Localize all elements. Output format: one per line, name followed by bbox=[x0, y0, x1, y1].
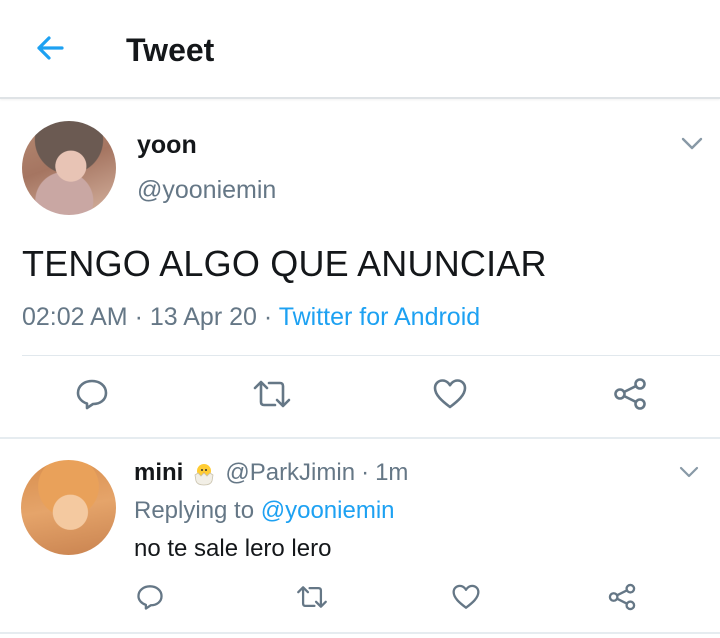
divider bbox=[0, 437, 720, 439]
reply-header: mini @ParkJimin · 1m bbox=[134, 458, 408, 488]
replying-to-handle-link[interactable]: @yooniemin bbox=[261, 497, 395, 524]
back-arrow-icon bbox=[34, 34, 66, 67]
reply-menu-button[interactable] bbox=[675, 464, 703, 484]
tweet-action-bar bbox=[0, 376, 720, 416]
chevron-down-icon bbox=[681, 137, 703, 156]
top-app-bar: Tweet bbox=[0, 0, 720, 99]
author-handle[interactable]: @yooniemin bbox=[137, 175, 276, 205]
retweet-icon bbox=[251, 377, 293, 416]
like-button[interactable] bbox=[448, 582, 484, 616]
retweet-icon bbox=[295, 583, 329, 616]
share-icon bbox=[612, 376, 648, 417]
reply-action-bar bbox=[0, 582, 720, 616]
replying-to-line: Replying to @yooniemin bbox=[134, 496, 395, 526]
reply-icon bbox=[136, 583, 164, 616]
like-icon bbox=[432, 377, 468, 416]
meta-separator: · bbox=[361, 459, 370, 486]
reply-button[interactable] bbox=[70, 376, 114, 416]
reply-button[interactable] bbox=[132, 582, 168, 616]
divider bbox=[0, 632, 720, 634]
meta-separator: · bbox=[263, 303, 273, 331]
tweet-menu-button[interactable] bbox=[678, 136, 706, 156]
reply-timestamp: 1m bbox=[375, 459, 409, 486]
page-title: Tweet bbox=[126, 32, 215, 68]
retweet-button[interactable] bbox=[248, 376, 296, 416]
like-button[interactable] bbox=[428, 376, 472, 416]
tweet-source-link[interactable]: Twitter for Android bbox=[279, 303, 480, 331]
replying-to-label: Replying to bbox=[134, 497, 255, 524]
reply-author-handle[interactable]: @ParkJimin bbox=[225, 458, 355, 488]
reply-icon bbox=[75, 377, 109, 416]
author-name[interactable]: yoon bbox=[137, 130, 197, 160]
share-icon bbox=[607, 582, 637, 617]
reply-author-name[interactable]: mini bbox=[134, 458, 183, 488]
back-button[interactable] bbox=[22, 26, 78, 74]
share-button[interactable] bbox=[608, 376, 652, 416]
chevron-down-icon bbox=[679, 465, 699, 483]
reply-text: no te sale lero lero bbox=[134, 535, 332, 562]
tweet-meta: 02:02 AM · 13 Apr 20 · Twitter for Andro… bbox=[22, 302, 480, 332]
retweet-button[interactable] bbox=[292, 582, 332, 616]
tweet-text: TENGO ALGO QUE ANUNCIAR bbox=[22, 243, 547, 284]
avatar[interactable] bbox=[22, 121, 116, 215]
divider bbox=[22, 355, 720, 356]
tweet-date: 13 Apr 20 bbox=[149, 303, 257, 331]
avatar[interactable] bbox=[21, 460, 116, 555]
share-button[interactable] bbox=[604, 582, 640, 616]
like-icon bbox=[451, 583, 481, 616]
hatching-chick-icon bbox=[191, 460, 217, 486]
meta-separator: · bbox=[134, 303, 143, 331]
tweet-time: 02:02 AM bbox=[22, 303, 128, 331]
